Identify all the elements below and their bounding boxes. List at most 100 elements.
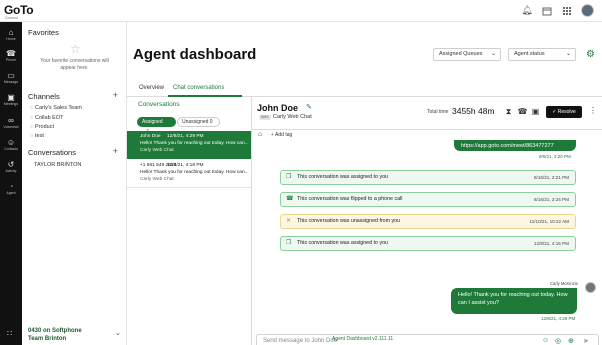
message-bubble-agent: Hello! Thank you for reaching out today.…	[451, 288, 577, 314]
contact-name: John Doe	[257, 103, 299, 113]
nav-home[interactable]: ⌂ Home	[0, 28, 22, 42]
canned-responses-icon[interactable]: ◎	[555, 337, 561, 345]
conversation-time: 12/8/21, 4:18 PM	[167, 163, 204, 168]
assigned-queues-dropdown[interactable]: Assigned Queues ⌄	[433, 48, 501, 61]
pencil-icon[interactable]: ✎	[306, 103, 312, 111]
chevron-down-icon: ⌄	[565, 51, 571, 57]
conversation-pane: John Doe ✎ SMS Carly Web Chat Total time…	[252, 97, 602, 345]
conversations-title[interactable]: Conversations	[28, 148, 76, 157]
channel-label: Collab EOT	[35, 115, 64, 121]
system-event: ✕ This conversation was unassigned from y…	[280, 214, 576, 229]
nav-meetings[interactable]: ▣ Meetings	[0, 93, 22, 107]
more-options-icon[interactable]: ⋮	[589, 106, 597, 115]
composer-placeholder: Send message to John Doe	[263, 338, 338, 344]
message-bubble-agent: https://app.goto.com/meet/863477277	[454, 140, 576, 151]
goto-logo: GoTo	[4, 3, 34, 17]
emoji-icon[interactable]: ☺	[542, 337, 549, 344]
message-composer[interactable]: Send message to John Doe ☺ ◎ ⊕ ➤	[256, 334, 599, 345]
add-tag-button[interactable]: + Add tag	[271, 132, 292, 138]
sidebar: Favorites ☆ Your favorite conversations …	[22, 22, 127, 345]
apps-menu-icon[interactable]: ∷	[7, 329, 12, 338]
channel-item[interactable]: ○ Product	[30, 124, 54, 130]
gear-icon[interactable]: ⚙	[586, 49, 595, 60]
history-icon[interactable]: ⧗	[503, 106, 514, 117]
phone-icon[interactable]: ☎	[517, 106, 528, 117]
conversation-list: Conversations Assigned2 Unassigned 0 Joh…	[127, 97, 252, 345]
channel-item[interactable]: ○ test	[30, 133, 44, 139]
nav-message[interactable]: ▭ Message	[0, 71, 22, 85]
chevron-down-icon: ⌄	[490, 51, 496, 57]
dropdown-label: Agent status	[514, 51, 545, 57]
channel-label: test	[35, 133, 44, 139]
tab-chat-conversations[interactable]: Chat conversations	[173, 85, 224, 91]
conversation-item[interactable]: TAYLOR BRINTON	[34, 162, 81, 168]
nav-activity[interactable]: ↺ Activity	[0, 160, 22, 174]
filter-label: Assigned	[142, 119, 163, 125]
event-time: 8/16/21, 2:24 PM	[534, 197, 569, 202]
event-time: 11/10/21, 10:22 AM	[529, 219, 569, 224]
add-tag-label: Add tag	[275, 132, 293, 138]
event-text: This conversation was assigned to you	[297, 240, 388, 246]
star-icon: ☆	[70, 42, 81, 56]
resolve-label: Resolve	[557, 109, 576, 115]
bell-icon[interactable]: 🔔︎	[521, 5, 533, 17]
nav-agent[interactable]: ◔ Agent	[0, 182, 22, 196]
softphone-team: Team Brinton	[28, 336, 67, 342]
close-icon: ✕	[286, 218, 292, 224]
assign-icon: ❐	[286, 174, 292, 180]
video-icon[interactable]: ▣	[530, 106, 541, 117]
add-channel-icon[interactable]: +	[113, 90, 118, 100]
dropdown-label: Assigned Queues	[439, 51, 483, 57]
calendar-icon[interactable]	[541, 5, 553, 17]
conversation-card[interactable]: John Doe 12/8/21, 4:29 PM Hello! Thank yo…	[127, 131, 251, 159]
lock-icon: ○	[30, 133, 34, 139]
conversation-channel: Carly Web Chat	[140, 148, 174, 153]
agent-status-dropdown[interactable]: Agent status ⌄	[508, 48, 576, 61]
apps-grid-icon[interactable]	[561, 5, 573, 17]
page-title: Agent dashboard	[133, 46, 257, 63]
nav-voicemail[interactable]: ∞ Voicemail	[0, 116, 22, 130]
conversation-name: John Doe	[140, 134, 161, 139]
attachment-icon[interactable]: ⊕	[568, 337, 574, 345]
unassigned-count: 0	[209, 119, 213, 125]
add-conversation-icon[interactable]: +	[113, 146, 118, 156]
event-text: This conversation was unassigned from yo…	[297, 218, 401, 224]
nav-contacts[interactable]: ☺ Contacts	[0, 138, 22, 152]
chevron-down-icon[interactable]: ⌄	[115, 329, 121, 337]
message-time: 9/6/21, 2:20 PM	[539, 154, 571, 159]
event-time: 12/8/21, 4:15 PM	[534, 241, 569, 246]
resolve-button[interactable]: ✓ Resolve	[546, 106, 582, 118]
assigned-filter[interactable]: Assigned2	[137, 117, 176, 134]
sender-name: Carly McKinzie	[550, 281, 578, 286]
left-nav: ⌂ Home ☎ Phone ▭ Message ▣ Meetings ∞ Voicema…	[0, 22, 22, 345]
tab-bar: Overview Chat conversations	[127, 82, 602, 97]
send-icon[interactable]: ➤	[583, 337, 589, 345]
nav-label: Message	[3, 80, 19, 84]
event-time: 8/16/21, 2:21 PM	[534, 175, 569, 180]
total-time-value: 3455h 48m	[452, 106, 495, 116]
message-time: 12/8/21, 4:29 PM	[541, 316, 576, 321]
lock-icon: ○	[30, 124, 34, 130]
channels-title[interactable]: Channels	[28, 92, 60, 101]
conversation-preview: Hello! Thank you for reaching out today.…	[140, 141, 249, 146]
nav-label: Agent	[6, 191, 16, 195]
event-text: This conversation was flipped to a phone…	[297, 196, 403, 202]
user-avatar[interactable]	[581, 4, 594, 17]
nav-phone[interactable]: ☎ Phone	[0, 49, 22, 63]
softphone-status[interactable]: 0430 on Softphone Team Brinton	[28, 327, 82, 343]
version-label: Agent Dashboard v2.111.11	[332, 336, 394, 342]
sender-avatar	[585, 282, 596, 293]
tab-overview[interactable]: Overview	[139, 85, 164, 91]
agent-icon: ◔	[8, 182, 14, 191]
unassigned-filter[interactable]: Unassigned 0	[177, 117, 220, 127]
home-icon: ⌂	[8, 28, 14, 37]
total-time-label: Total time	[427, 109, 449, 115]
voicemail-icon: ∞	[8, 116, 14, 125]
channel-item[interactable]: ○ Carly's Sales Team	[30, 105, 82, 111]
lock-icon: ○	[30, 115, 34, 121]
nav-label: Activity	[5, 169, 17, 173]
softphone-line: 0430 on Softphone	[28, 328, 82, 334]
channel-item[interactable]: ○ Collab EOT	[30, 115, 63, 121]
nav-label: Contacts	[4, 147, 18, 151]
conversation-card[interactable]: +1 661 549 2814 12/8/21, 4:18 PM Hello! T…	[127, 160, 251, 188]
